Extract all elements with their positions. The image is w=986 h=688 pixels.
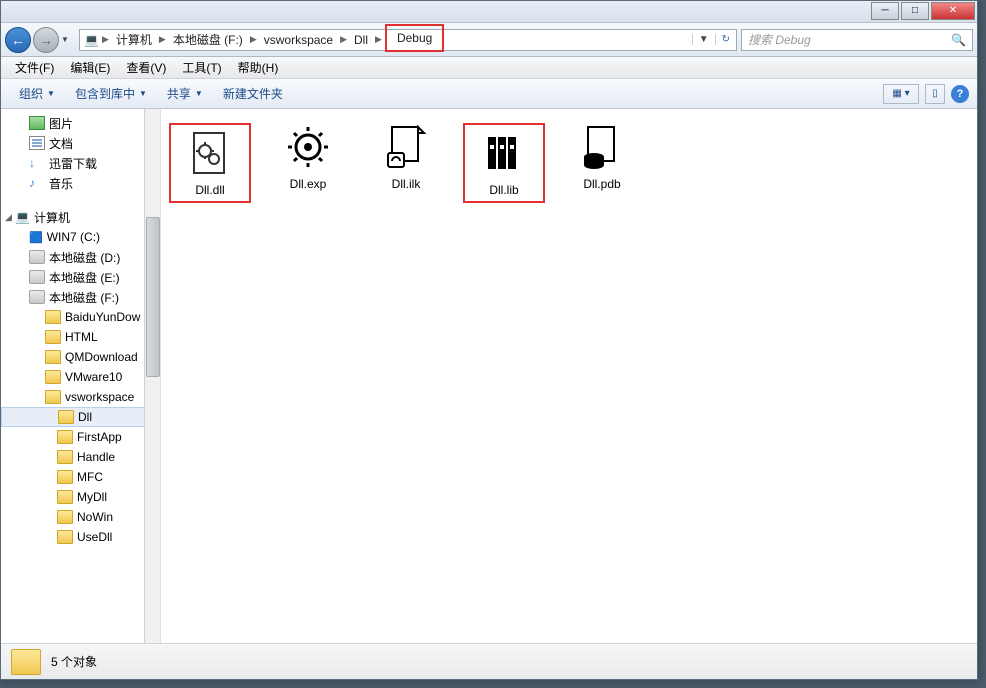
sidebar-folder[interactable]: FirstApp xyxy=(1,427,145,447)
file-dll-ilk[interactable]: Dll.ilk xyxy=(365,123,447,191)
breadcrumb-item[interactable]: Dll xyxy=(350,30,372,50)
status-text: 5 个对象 xyxy=(51,653,97,670)
new-folder-button[interactable]: 新建文件夹 xyxy=(213,85,293,102)
nav-bar: ← → ▼ 💻 ▶ 计算机 ▶ 本地磁盘 (F:) ▶ vsworkspace … xyxy=(1,23,977,57)
sidebar-folder[interactable]: QMDownload xyxy=(1,347,145,367)
file-dll-exp[interactable]: Dll.exp xyxy=(267,123,349,191)
breadcrumb-item[interactable]: vsworkspace xyxy=(260,30,337,50)
sidebar-folder-dll[interactable]: Dll xyxy=(1,407,145,427)
help-button[interactable]: ? xyxy=(951,85,969,103)
file-label: Dll.exp xyxy=(290,177,327,191)
chevron-right-icon: ▶ xyxy=(156,34,169,45)
sidebar-folder[interactable]: MyDll xyxy=(1,487,145,507)
navigation-pane: 图片 文档 迅雷下载 音乐 ◢💻计算机 🟦WIN7 (C:) 本地磁盘 (D:)… xyxy=(1,109,161,643)
organize-button[interactable]: 组织▼ xyxy=(9,85,65,102)
computer-icon: 💻 xyxy=(84,33,99,47)
chevron-right-icon: ▶ xyxy=(247,34,260,45)
sidebar-folder-vsworkspace[interactable]: vsworkspace xyxy=(1,387,145,407)
lib-file-icon xyxy=(480,129,528,177)
share-button[interactable]: 共享▼ xyxy=(157,85,213,102)
chevron-right-icon: ▶ xyxy=(337,34,350,45)
explorer-window: ─ □ ✕ ← → ▼ 💻 ▶ 计算机 ▶ 本地磁盘 (F:) ▶ vswork… xyxy=(0,0,978,680)
file-label: Dll.pdb xyxy=(583,177,620,191)
history-dropdown[interactable]: ▼ xyxy=(61,35,73,44)
sidebar-library-pictures[interactable]: 图片 xyxy=(1,113,145,133)
menu-file[interactable]: 文件(F) xyxy=(7,59,62,76)
folder-icon xyxy=(11,649,41,675)
back-button[interactable]: ← xyxy=(5,27,31,53)
file-label: Dll.lib xyxy=(489,183,518,197)
sidebar-library-music[interactable]: 音乐 xyxy=(1,173,145,193)
chevron-right-icon: ▶ xyxy=(99,34,112,45)
sidebar-folder[interactable]: NoWin xyxy=(1,507,145,527)
file-label: Dll.ilk xyxy=(392,177,421,191)
sidebar-scrollbar[interactable] xyxy=(144,109,160,643)
scrollbar-thumb[interactable] xyxy=(146,217,160,377)
breadcrumb-current[interactable]: Debug xyxy=(385,24,444,52)
maximize-button[interactable]: □ xyxy=(901,2,929,20)
status-bar: 5 个对象 xyxy=(1,643,977,679)
ilk-file-icon xyxy=(382,123,430,171)
titlebar[interactable]: ─ □ ✕ xyxy=(1,1,977,23)
sidebar-drive-f[interactable]: 本地磁盘 (F:) xyxy=(1,287,145,307)
close-button[interactable]: ✕ xyxy=(931,2,975,20)
breadcrumb-item[interactable]: 计算机 xyxy=(112,30,156,50)
sidebar-folder[interactable]: VMware10 xyxy=(1,367,145,387)
address-bar[interactable]: 💻 ▶ 计算机 ▶ 本地磁盘 (F:) ▶ vsworkspace ▶ Dll … xyxy=(79,29,737,51)
menu-bar: 文件(F) 编辑(E) 查看(V) 工具(T) 帮助(H) xyxy=(1,57,977,79)
search-icon[interactable]: 🔍 xyxy=(951,33,966,47)
view-options-button[interactable]: ▦ ▾ xyxy=(883,84,919,104)
sidebar-folder[interactable]: BaiduYunDow xyxy=(1,307,145,327)
breadcrumb-item[interactable]: 本地磁盘 (F:) xyxy=(169,30,247,50)
file-label: Dll.dll xyxy=(195,183,224,197)
refresh-button[interactable]: ↻ xyxy=(715,34,736,45)
chevron-right-icon: ▶ xyxy=(372,34,385,45)
sidebar-folder[interactable]: MFC xyxy=(1,467,145,487)
file-list[interactable]: Dll.dll Dll.exp Dll.ilk Dll.lib xyxy=(161,109,977,643)
menu-help[interactable]: 帮助(H) xyxy=(230,59,287,76)
sidebar-drive-c[interactable]: 🟦WIN7 (C:) xyxy=(1,227,145,247)
command-bar: 组织▼ 包含到库中▼ 共享▼ 新建文件夹 ▦ ▾ ▯ ? xyxy=(1,79,977,109)
forward-button[interactable]: → xyxy=(33,27,59,53)
menu-edit[interactable]: 编辑(E) xyxy=(62,59,118,76)
sidebar-folder[interactable]: UseDll xyxy=(1,527,145,547)
file-dll-pdb[interactable]: Dll.pdb xyxy=(561,123,643,191)
include-library-button[interactable]: 包含到库中▼ xyxy=(65,85,157,102)
minimize-button[interactable]: ─ xyxy=(871,2,899,20)
dll-file-icon xyxy=(186,129,234,177)
menu-view[interactable]: 查看(V) xyxy=(118,59,174,76)
pdb-file-icon xyxy=(578,123,626,171)
exp-file-icon xyxy=(284,123,332,171)
search-placeholder: 搜索 Debug xyxy=(748,31,811,48)
search-input[interactable]: 搜索 Debug 🔍 xyxy=(741,29,973,51)
menu-tools[interactable]: 工具(T) xyxy=(174,59,229,76)
address-dropdown[interactable]: ▼ xyxy=(692,34,715,45)
file-dll-lib[interactable]: Dll.lib xyxy=(463,123,545,203)
sidebar-computer[interactable]: ◢💻计算机 xyxy=(1,207,145,227)
sidebar-library-documents[interactable]: 文档 xyxy=(1,133,145,153)
sidebar-drive-d[interactable]: 本地磁盘 (D:) xyxy=(1,247,145,267)
file-dll-dll[interactable]: Dll.dll xyxy=(169,123,251,203)
preview-pane-button[interactable]: ▯ xyxy=(925,84,945,104)
sidebar-library-downloads[interactable]: 迅雷下载 xyxy=(1,153,145,173)
sidebar-folder[interactable]: Handle xyxy=(1,447,145,467)
sidebar-drive-e[interactable]: 本地磁盘 (E:) xyxy=(1,267,145,287)
sidebar-folder[interactable]: HTML xyxy=(1,327,145,347)
